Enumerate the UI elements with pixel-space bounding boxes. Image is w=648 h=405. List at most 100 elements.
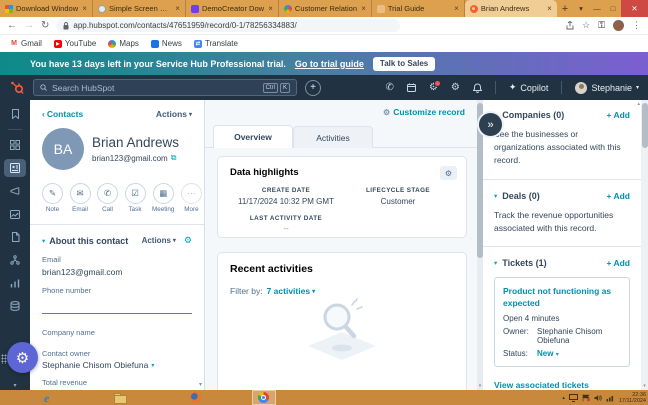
bookmark-news[interactable]: News [151, 39, 182, 48]
scroll-down-icon[interactable]: ▾ [199, 381, 202, 388]
bookmark-star-icon[interactable]: ☆ [582, 20, 590, 31]
display-tray-icon[interactable] [569, 394, 578, 402]
right-scrollbar[interactable]: ▾ [641, 100, 648, 390]
copilot-button[interactable]: ✦Copilot [509, 82, 549, 93]
bookmark-youtube[interactable]: ▶YouTube [54, 39, 96, 48]
browser-tab[interactable]: Download Window × [0, 0, 93, 17]
contact-actions-dropdown[interactable]: Actions▾ [156, 109, 192, 119]
scroll-up-icon[interactable]: ▴ [637, 101, 640, 107]
maximize-button[interactable]: □ [605, 0, 621, 17]
scrollbar-thumb[interactable] [642, 103, 648, 148]
browser-tab[interactable]: Trial Guide × [372, 0, 465, 17]
ticket-status-dropdown[interactable]: New [537, 349, 553, 358]
automations-rail-icon[interactable] [4, 251, 26, 269]
crm-rail-icon-active[interactable] [4, 159, 26, 177]
contact-email[interactable]: brian123@gmail.com [92, 154, 168, 163]
settings-gear-icon[interactable]: ⚙ [451, 82, 460, 93]
customize-record-link[interactable]: ⚙Customize record [383, 107, 465, 117]
browser-tab[interactable]: DemoCreator Dow × [186, 0, 279, 17]
chrome-icon[interactable] [258, 392, 269, 403]
phone-input[interactable] [42, 301, 192, 314]
collapse-chevron-icon[interactable]: ▾ [494, 259, 497, 267]
reporting-rail-icon[interactable] [4, 274, 26, 292]
browser-tab[interactable]: Simple Screen Reco × [93, 0, 186, 17]
network-icon[interactable] [606, 394, 615, 402]
view-associated-tickets-link[interactable]: View associated tickets [494, 380, 630, 390]
browser-tab-active[interactable]: Brian Andrews × [465, 0, 557, 17]
chevron-down-icon[interactable]: ▾ [151, 362, 154, 369]
field-revenue[interactable]: Total revenue [42, 378, 192, 387]
taskbar-clock[interactable]: 22:36 17/11/2024 [619, 392, 646, 404]
content-rail-icon[interactable] [4, 205, 26, 223]
email-button[interactable]: ✉Email [70, 183, 91, 213]
new-tab-button[interactable]: + [557, 0, 573, 17]
user-menu[interactable]: Stephanie▾ [575, 82, 639, 94]
tab-search-icon[interactable]: ▾ [573, 0, 589, 17]
floating-widget-button[interactable]: ⚙ [7, 342, 38, 373]
close-tab-icon[interactable]: × [454, 4, 459, 13]
close-tab-icon[interactable]: × [547, 4, 552, 13]
rail-more-chevron-icon[interactable]: ▾ [0, 382, 30, 389]
scroll-down-icon[interactable]: ▾ [641, 383, 648, 389]
bookmark-gmail[interactable]: MGmail [10, 39, 42, 48]
call-button[interactable]: ✆Call [97, 183, 118, 213]
talk-to-sales-button[interactable]: Talk to Sales [373, 57, 435, 71]
field-phone[interactable]: Phone number [42, 286, 192, 314]
field-company[interactable]: Company name [42, 328, 192, 337]
add-deal-button[interactable]: + Add [606, 191, 630, 201]
calling-icon[interactable]: ✆ [386, 82, 394, 93]
close-tab-icon[interactable]: × [361, 4, 366, 13]
close-tab-icon[interactable]: × [82, 4, 87, 13]
more-button[interactable]: ⋯More [181, 183, 202, 213]
close-window-button[interactable]: ✕ [621, 0, 648, 17]
marketing-rail-icon[interactable] [4, 182, 26, 200]
reload-icon[interactable]: ↻ [41, 21, 49, 31]
extensions-icon[interactable]: ⚿ [598, 20, 605, 31]
collapse-right-panel-button[interactable]: » [477, 111, 504, 138]
filter-dropdown[interactable]: 7 activities▾ [267, 286, 316, 296]
about-actions-dropdown[interactable]: Actions▾ [142, 236, 176, 245]
add-ticket-button[interactable]: + Add [606, 258, 630, 268]
back-icon[interactable]: ← [7, 21, 17, 31]
notifications-bell-icon[interactable] [473, 83, 482, 93]
volume-icon[interactable] [594, 394, 602, 402]
calendar-icon[interactable] [407, 83, 416, 92]
firefox-icon[interactable] [190, 392, 201, 403]
bookmark-translate[interactable]: ⇄Translate [194, 39, 238, 48]
task-button[interactable]: ☑Task [125, 183, 146, 213]
close-tab-icon[interactable]: × [268, 4, 273, 13]
card-settings-gear-icon[interactable]: ⚙ [440, 166, 457, 180]
share-icon[interactable] [566, 21, 574, 30]
bookmark-maps[interactable]: Maps [108, 39, 139, 48]
close-tab-icon[interactable]: × [175, 4, 180, 13]
forward-icon[interactable]: → [24, 21, 34, 31]
marketplace-icon[interactable]: ⚙ [429, 82, 438, 93]
tab-activities[interactable]: Activities [293, 126, 373, 148]
ticket-title-link[interactable]: Product not functioning as expected [503, 286, 621, 310]
minimize-button[interactable]: — [589, 0, 605, 17]
trial-guide-link[interactable]: Go to trial guide [295, 59, 364, 69]
browser-profile-avatar[interactable] [613, 20, 624, 31]
workspaces-rail-icon[interactable] [4, 136, 26, 154]
about-settings-gear-icon[interactable]: ⚙ [184, 235, 192, 246]
commerce-rail-icon[interactable] [4, 228, 26, 246]
bookmarks-rail-icon[interactable] [4, 105, 26, 123]
collapse-chevron-icon[interactable]: ▾ [42, 237, 45, 245]
data-rail-icon[interactable] [4, 297, 26, 315]
field-owner[interactable]: Contact owner Stephanie Chisom Obiefuna▾ [42, 349, 192, 371]
tray-expand-icon[interactable]: ▴ [562, 395, 565, 401]
collapse-chevron-icon[interactable]: ▾ [494, 192, 497, 200]
meeting-button[interactable]: ▦Meeting [152, 183, 174, 213]
field-email[interactable]: Email brian123@gmail.com [42, 255, 192, 277]
create-button[interactable]: + [305, 80, 321, 96]
file-explorer-icon[interactable] [114, 392, 126, 404]
tab-overview[interactable]: Overview [213, 125, 293, 148]
note-button[interactable]: ✎Note [42, 183, 63, 213]
browser-tab[interactable]: Customer Relation × [279, 0, 372, 17]
action-center-flag-icon[interactable] [582, 394, 590, 402]
back-to-contacts-link[interactable]: ‹Contacts [42, 109, 83, 119]
address-bar[interactable]: app.hubspot.com/contacts/47651959/record… [56, 19, 400, 32]
search-input[interactable]: Search HubSpot Ctrl K [33, 79, 297, 96]
browser-menu-icon[interactable]: ⋮ [632, 20, 641, 31]
hubspot-logo[interactable] [9, 80, 25, 96]
